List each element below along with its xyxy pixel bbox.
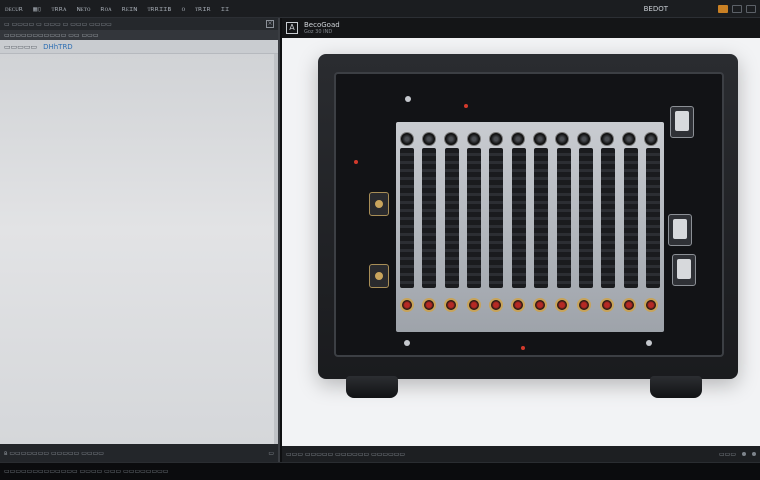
jack-icon [643, 298, 658, 312]
slot [534, 148, 549, 288]
slot [511, 148, 526, 288]
knob-icon [577, 132, 592, 146]
menu-item-1[interactable]: ▦▯ [28, 5, 46, 13]
left-tabs[interactable]: ▭▭▭▭▭▭▭▭▭▭▭ ▭▭ ▭▭▭ [0, 30, 278, 40]
left-panel: ▭ ▭▭▭▭ ▭ ▭▭▭ ▭ ▭▭▭ ▭▭▭▭ × ▭▭▭▭▭▭▭▭▭▭▭ ▭▭… [0, 18, 280, 462]
side-port-icon [369, 264, 389, 288]
viewer-title-block: BecoGoad Goz 30 IND [304, 21, 340, 36]
knob-icon [599, 132, 614, 146]
menu-bar: ᴅᴇᴄᴜʀ ▦▯ ᴛʀʀᴀ ɴᴇᴛᴏ ʀᴏᴀ ʀᴇɪɴ ᴛʀʀɪɪʙ ᴏ ᴛʀɪ… [0, 0, 760, 18]
viewer-status-text: ▭▭▭ ▭▭▭▭▭ ▭▭▭▭▭▭ ▭▭▭▭▭▭ [286, 450, 406, 458]
top-knob-row [400, 132, 658, 146]
taskbar: ▭▭▭▭▭▭▭▭▭▭▭▭▭ ▭▭▭▭ ▭▭▭ ▭▭▭▭▭▭▭▭ [0, 462, 760, 480]
knob-icon [488, 132, 503, 146]
menu-item-8[interactable]: ᴛʀɪʀ [190, 5, 216, 13]
status-dot-icon [742, 452, 746, 456]
app-icon: A [286, 22, 298, 34]
slot [578, 148, 593, 288]
slot [623, 148, 638, 288]
status-led-icon [521, 346, 525, 350]
screw-icon [646, 340, 652, 346]
menu-item-7[interactable]: ᴏ [177, 5, 191, 13]
left-scrollbar[interactable] [274, 54, 278, 444]
knob-icon [555, 132, 570, 146]
close-icon[interactable]: × [266, 20, 274, 28]
left-toolbar: ▭ ▭▭▭▭ ▭ ▭▭▭ ▭ ▭▭▭ ▭▭▭▭ × [0, 18, 278, 30]
minimize-icon[interactable] [732, 4, 742, 13]
jack-icon [621, 298, 636, 312]
left-content-area[interactable] [0, 54, 278, 444]
left-header: ▭▭▭▭▭ DHhTRD [0, 40, 278, 54]
left-statusbar: ʙ ▭▭▭▭▭▭▭ ▭▭▭▭▭ ▭▭▭▭ ▭ [0, 444, 278, 462]
jack-icon [444, 298, 459, 312]
viewer-status-right[interactable]: ▭▭▭ [719, 451, 736, 458]
taskbar-text[interactable]: ▭▭▭▭▭▭▭▭▭▭▭▭▭ ▭▭▭▭ ▭▭▭ ▭▭▭▭▭▭▭▭ [4, 468, 168, 475]
jack-icon [577, 298, 592, 312]
menu-item-0[interactable]: ᴅᴇᴄᴜʀ [0, 5, 28, 13]
meter-icon [670, 106, 694, 138]
knob-icon [533, 132, 548, 146]
jack-icon [488, 298, 503, 312]
jack-icon [510, 298, 525, 312]
viewer-titlebar: A BecoGoad Goz 30 IND [282, 18, 760, 38]
screw-icon [405, 96, 411, 102]
left-header-link[interactable]: DHhTRD [43, 43, 73, 51]
notification-icon[interactable] [718, 4, 728, 13]
side-port-icon [369, 192, 389, 216]
device-foot [346, 376, 398, 398]
left-status-right[interactable]: ▭ [268, 450, 274, 457]
menu-item-9[interactable]: ɪɪ [216, 5, 234, 13]
knob-icon [466, 132, 481, 146]
jack-icon [422, 298, 437, 312]
slot [601, 148, 616, 288]
slot [489, 148, 504, 288]
channel-slots [400, 148, 660, 288]
screw-icon [404, 340, 410, 346]
device-foot [650, 376, 702, 398]
meter-icon [668, 214, 692, 246]
slot [400, 148, 414, 288]
status-dot-icon [752, 452, 756, 456]
menu-item-4[interactable]: ʀᴏᴀ [95, 5, 116, 13]
jack-icon [599, 298, 614, 312]
menu-item-3[interactable]: ɴᴇᴛᴏ [72, 5, 96, 13]
knob-icon [400, 132, 414, 146]
knob-icon [444, 132, 459, 146]
close-window-icon[interactable] [746, 4, 756, 13]
viewer-subtitle: Goz 30 IND [304, 28, 333, 35]
left-status-text: ʙ ▭▭▭▭▭▭▭ ▭▭▭▭▭ ▭▭▭▭ [4, 449, 104, 457]
jack-row [400, 298, 658, 312]
jack-icon [400, 298, 414, 312]
slot [556, 148, 571, 288]
menu-item-2[interactable]: ᴛʀʀᴀ [47, 5, 72, 13]
viewer-title: BecoGoad [304, 20, 340, 29]
jack-icon [466, 298, 481, 312]
slot [645, 148, 660, 288]
menu-item-5[interactable]: ʀᴇɪɴ [117, 5, 143, 13]
knob-icon [422, 132, 437, 146]
menu-item-6[interactable]: ᴛʀʀɪɪʙ [142, 5, 176, 13]
slot [444, 148, 459, 288]
status-led-icon [354, 160, 358, 164]
meter-icon [672, 254, 696, 286]
viewer-statusbar: ▭▭▭ ▭▭▭▭▭ ▭▭▭▭▭▭ ▭▭▭▭▭▭ ▭▭▭ [282, 446, 760, 462]
slot [467, 148, 482, 288]
left-toolbar-text[interactable]: ▭ ▭▭▭▭ ▭ ▭▭▭ ▭ ▭▭▭ ▭▭▭▭ [4, 21, 112, 28]
brand-label: BEDOT [643, 4, 668, 13]
slot [422, 148, 437, 288]
left-header-label: ▭▭▭▭▭ [4, 42, 38, 51]
jack-icon [555, 298, 570, 312]
knob-icon [643, 132, 658, 146]
status-led-icon [464, 104, 468, 108]
jack-icon [533, 298, 548, 312]
knob-icon [510, 132, 525, 146]
knob-icon [621, 132, 636, 146]
